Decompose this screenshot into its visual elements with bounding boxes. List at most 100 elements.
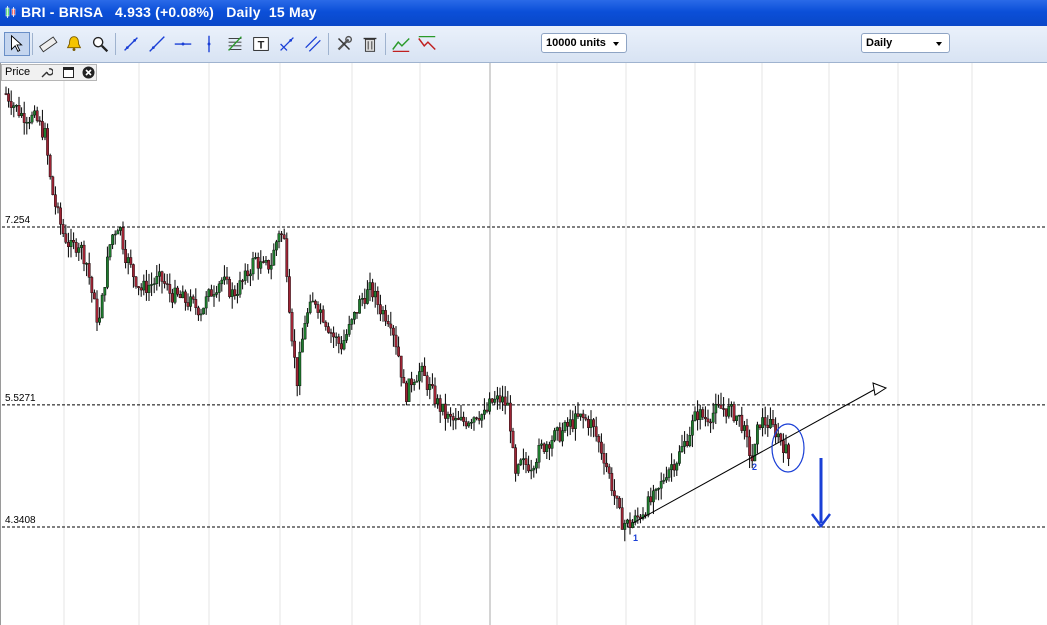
candle-body bbox=[597, 436, 601, 443]
alert-bell-tool-button[interactable] bbox=[61, 32, 87, 56]
candle-body bbox=[137, 286, 140, 288]
candle-body bbox=[704, 416, 707, 420]
candle-body bbox=[74, 242, 78, 253]
candle-body bbox=[735, 415, 739, 421]
fibonacci-tool-button[interactable] bbox=[222, 32, 248, 56]
candlestick bbox=[48, 153, 52, 180]
candlestick bbox=[571, 410, 575, 433]
candle-body bbox=[706, 418, 710, 423]
close-icon[interactable] bbox=[82, 66, 95, 79]
candle-body bbox=[358, 299, 361, 314]
candle-body bbox=[402, 377, 406, 384]
candle-body bbox=[698, 409, 702, 420]
horizontal-line-tool-button[interactable] bbox=[170, 32, 196, 56]
candlestick bbox=[509, 395, 512, 444]
price-chart[interactable]: 1 2 bbox=[1, 63, 1047, 625]
candle-body bbox=[259, 261, 263, 269]
candle-body bbox=[59, 207, 63, 225]
candlestick bbox=[379, 294, 382, 322]
wrench-icon[interactable] bbox=[40, 66, 53, 79]
candle-body bbox=[209, 289, 213, 297]
candlestick bbox=[680, 434, 684, 453]
candle-body bbox=[131, 264, 135, 278]
ruler-tool-button[interactable] bbox=[35, 32, 61, 56]
candle-body bbox=[592, 419, 596, 427]
candlestick bbox=[334, 332, 338, 347]
vertical-line-tool-button[interactable] bbox=[196, 32, 222, 56]
candlestick bbox=[95, 290, 99, 331]
candlestick bbox=[693, 406, 697, 422]
candle-body bbox=[222, 276, 226, 281]
zoom-icon bbox=[92, 36, 109, 53]
candlestick bbox=[581, 409, 585, 429]
trend-line-tool-button[interactable] bbox=[118, 32, 144, 56]
candle-body bbox=[405, 382, 408, 402]
candlestick bbox=[90, 275, 94, 303]
text-tool-tool-button[interactable]: T bbox=[248, 32, 274, 56]
candlestick bbox=[558, 422, 562, 443]
candle-body bbox=[25, 122, 29, 124]
candle-body bbox=[493, 398, 497, 403]
candle-body bbox=[262, 261, 265, 263]
zoom-tool-button[interactable] bbox=[87, 32, 113, 56]
chart-area[interactable]: 1 2 7.254 5.5271 4.3408 bbox=[0, 63, 1047, 625]
candlestick bbox=[659, 472, 663, 500]
candlestick bbox=[423, 357, 426, 377]
candle-body bbox=[548, 444, 551, 449]
candle-body bbox=[248, 273, 252, 277]
candlestick bbox=[35, 106, 39, 123]
candlestick bbox=[415, 374, 419, 383]
candlestick bbox=[275, 239, 278, 257]
units-dropdown[interactable]: 10000 units bbox=[541, 33, 627, 53]
candlestick bbox=[217, 281, 221, 302]
cross-arrows-tool-button[interactable] bbox=[274, 32, 300, 56]
candlestick bbox=[475, 416, 478, 421]
pattern-up-tool-button[interactable] bbox=[388, 32, 414, 56]
candlestick bbox=[235, 282, 239, 304]
candle-body bbox=[337, 336, 341, 344]
candlestick bbox=[272, 243, 276, 266]
candle-body bbox=[124, 249, 128, 264]
candle-body bbox=[436, 398, 439, 405]
parallel-lines-tool-button[interactable] bbox=[300, 32, 326, 56]
candle-body bbox=[506, 402, 510, 406]
candle-body bbox=[722, 408, 726, 410]
candlestick bbox=[267, 259, 270, 274]
ray-line-tool-button[interactable] bbox=[144, 32, 170, 56]
tools-wrench-tool-button[interactable] bbox=[331, 32, 357, 56]
candlestick bbox=[168, 273, 172, 303]
trend-line[interactable] bbox=[632, 386, 880, 524]
candlestick bbox=[147, 273, 151, 302]
trash-tool-button[interactable] bbox=[357, 32, 383, 56]
pattern-down-tool-button[interactable] bbox=[414, 32, 440, 56]
candle-body bbox=[620, 507, 624, 530]
candlestick bbox=[204, 291, 208, 315]
candlestick bbox=[719, 392, 723, 409]
candlestick bbox=[511, 427, 515, 449]
candle-body bbox=[77, 247, 81, 253]
candlestick bbox=[4, 86, 8, 96]
candle-body bbox=[366, 289, 369, 304]
candle-body bbox=[693, 411, 697, 421]
candlestick bbox=[407, 378, 411, 402]
candlestick bbox=[454, 408, 458, 430]
candlestick bbox=[529, 459, 533, 480]
candlestick bbox=[358, 295, 361, 314]
pointer-tool-button[interactable] bbox=[4, 32, 30, 56]
interval-dropdown[interactable]: Daily bbox=[861, 33, 950, 53]
candle-body bbox=[610, 473, 614, 491]
maximize-icon[interactable] bbox=[62, 66, 75, 79]
candle-body bbox=[412, 382, 416, 386]
horizontal-line-icon bbox=[174, 42, 192, 46]
candle-body bbox=[246, 270, 250, 277]
candle-body bbox=[670, 464, 674, 471]
candlestick bbox=[183, 289, 187, 311]
candle-body bbox=[537, 445, 541, 463]
toolbar-separator bbox=[385, 33, 386, 55]
candlestick bbox=[631, 518, 635, 529]
candle-body bbox=[607, 466, 611, 474]
candlestick bbox=[506, 390, 510, 406]
candle-body bbox=[730, 404, 733, 407]
candlestick bbox=[199, 308, 203, 322]
candlestick bbox=[92, 289, 96, 300]
